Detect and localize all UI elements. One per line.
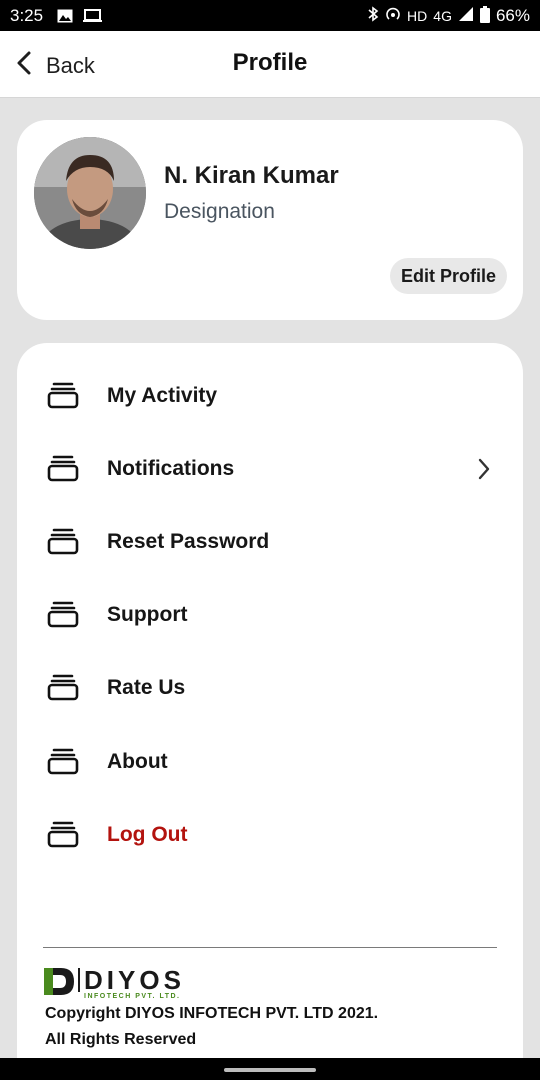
menu-item-my-activity[interactable]: My Activity: [17, 366, 523, 426]
menu-item-label: Support: [107, 603, 188, 626]
menu-item-label: About: [107, 750, 168, 773]
stack-icon: [47, 673, 79, 708]
cast-icon: [83, 8, 103, 23]
stack-icon: [47, 527, 79, 562]
menu-item-support[interactable]: Support: [17, 585, 523, 645]
menu-item-label: Log Out: [107, 823, 188, 846]
menu-item-notifications[interactable]: Notifications: [17, 439, 523, 499]
status-time: 3:25: [10, 5, 44, 25]
profile-designation: Designation: [164, 200, 275, 223]
logo-main-text: DIYOS: [78, 967, 185, 993]
signal-icon: [458, 6, 474, 25]
logo-mark-icon: [44, 968, 74, 1000]
rights-text: All Rights Reserved: [45, 1031, 197, 1048]
menu-item-label: My Activity: [107, 384, 218, 407]
footer-divider: [43, 947, 497, 948]
stack-icon: [47, 454, 79, 489]
profile-card: N. Kiran Kumar Designation Edit Profile: [17, 120, 523, 320]
page-title: Profile: [232, 49, 308, 76]
copyright-text: Copyright DIYOS INFOTECH PVT. LTD 2021.: [45, 1005, 379, 1022]
home-gesture-handle[interactable]: [224, 1068, 316, 1072]
stack-icon: [47, 600, 79, 635]
status-bar: 3:25 HD 4G 66%: [0, 0, 540, 31]
battery-icon: [479, 5, 490, 26]
menu-item-label: Reset Password: [107, 530, 270, 553]
stack-icon: [47, 381, 79, 416]
network-label: HD: [407, 7, 428, 24]
chevron-right-icon: [477, 457, 491, 486]
edit-profile-button[interactable]: Edit Profile: [390, 258, 507, 294]
avatar[interactable]: [34, 137, 146, 249]
menu-item-label: Notifications: [107, 457, 235, 480]
menu-item-reset-password[interactable]: Reset Password: [17, 512, 523, 572]
battery-level: 66%: [495, 5, 530, 25]
app-bar: Back Profile: [0, 31, 540, 98]
bluetooth-icon: [367, 6, 379, 25]
hotspot-icon: [385, 6, 401, 25]
stack-icon: [47, 820, 79, 855]
menu-item-label: Rate Us: [107, 676, 186, 699]
profile-name: N. Kiran Kumar: [164, 162, 339, 189]
system-nav-bar: [0, 1058, 540, 1080]
menu-card: My Activity Notifications Reset Password…: [17, 343, 523, 1063]
company-logo: DIYOS INFOTECH PVT. LTD.: [44, 967, 185, 1001]
signal-label: 4G: [433, 7, 452, 24]
menu-item-log-out[interactable]: Log Out: [17, 805, 523, 865]
menu-item-about[interactable]: About: [17, 732, 523, 792]
stack-icon: [47, 747, 79, 782]
image-icon: [57, 9, 73, 23]
logo-sub-text: INFOTECH PVT. LTD.: [84, 993, 181, 1000]
menu-item-rate-us[interactable]: Rate Us: [17, 658, 523, 718]
